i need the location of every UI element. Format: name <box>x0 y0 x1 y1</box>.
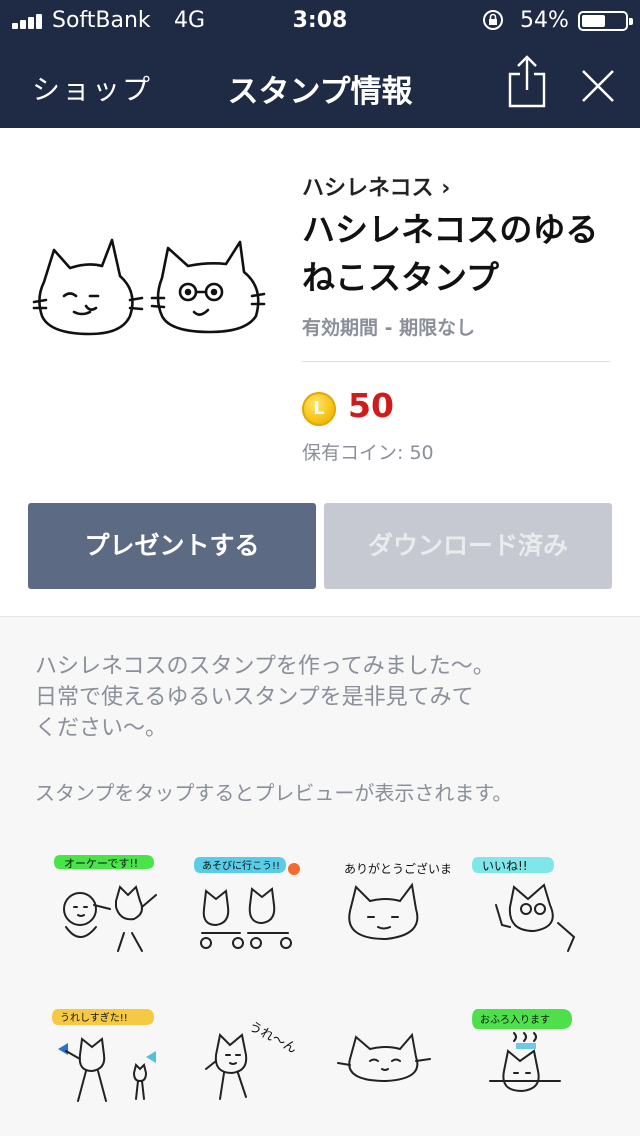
creator-link[interactable]: ハシレネコス › <box>302 170 450 202</box>
pack-title: ハシレネコスのゆるねこスタンプ <box>302 210 599 297</box>
owned-coins: 保有コイン: 50 <box>302 442 434 464</box>
description-section: ハシレネコスのスタンプを作ってみました〜。 日常で使えるゆるいスタンプを是非見て… <box>0 616 640 1136</box>
battery-percent: 54% <box>520 8 569 33</box>
top-bar: SoftBank 4G 3:08 54% ショップ スタンプ情報 <box>0 0 640 128</box>
line-coin-icon: L <box>302 392 336 426</box>
divider <box>302 361 610 362</box>
present-button[interactable]: プレゼントする <box>28 503 316 589</box>
download-button-disabled: ダウンロード済み <box>324 503 612 589</box>
description-line: ハシレネコスのスタンプを作ってみました〜。 <box>35 654 495 679</box>
sticker-preview-2[interactable]: あそびに行こう!! <box>192 847 312 957</box>
sticker-preview-5[interactable]: うれしすぎた!! <box>50 999 170 1109</box>
validity-period: 有効期間 - 期限なし <box>302 317 476 339</box>
sticker-caption: あそびに行こう!! <box>202 859 280 872</box>
sticker-preview-7[interactable] <box>330 999 450 1109</box>
description-line: 日常で使えるゆるいスタンプを是非見てみて <box>35 685 474 710</box>
close-icon[interactable] <box>580 68 616 104</box>
description-text: ハシレネコスのスタンプを作ってみました〜。 日常で使えるゆるいスタンプを是非見て… <box>35 651 595 744</box>
sticker-caption: うれ〜ん <box>246 1019 299 1057</box>
sticker-preview-4[interactable]: いいね!! <box>470 847 590 957</box>
sticker-preview-3[interactable]: ありがとうございます!! <box>330 847 450 957</box>
description-line: ください〜。 <box>35 716 168 741</box>
sticker-caption: オーケーです!! <box>64 857 138 870</box>
status-bar: SoftBank 4G 3:08 54% <box>0 0 640 40</box>
sticker-caption: うれしすぎた!! <box>60 1011 128 1024</box>
battery-icon <box>578 11 633 31</box>
preview-hint: スタンプをタップするとプレビューが表示されます。 <box>35 781 513 805</box>
sticker-caption: ありがとうございます!! <box>344 861 450 876</box>
stamp-main-image <box>32 238 266 336</box>
price: 50 <box>348 386 394 425</box>
rotation-lock-icon <box>483 10 503 30</box>
nav-bar: ショップ スタンプ情報 <box>0 40 640 128</box>
share-icon[interactable] <box>506 54 548 108</box>
sticker-caption: いいね!! <box>482 859 528 873</box>
sticker-preview-8[interactable]: おふろ入ります <box>470 999 590 1109</box>
sticker-preview-6[interactable]: うれ〜ん <box>192 999 312 1109</box>
sticker-preview-1[interactable]: オーケーです!! <box>50 847 170 957</box>
sticker-caption: おふろ入ります <box>480 1014 550 1026</box>
